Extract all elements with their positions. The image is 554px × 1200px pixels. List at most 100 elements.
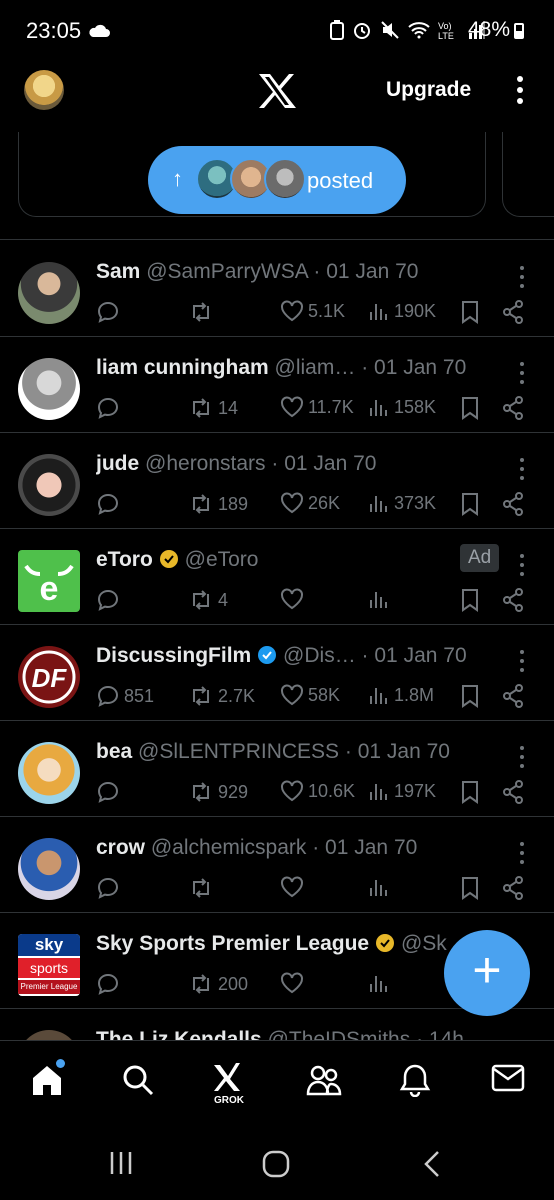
more-vert-icon[interactable] (516, 456, 528, 482)
tweet-row[interactable]: DF DiscussingFilm @Dis… · 01 Jan 70 851 … (0, 624, 554, 721)
repost-button[interactable]: 2.7K (188, 684, 255, 708)
views-button[interactable] (368, 588, 394, 610)
author-name[interactable]: crow (96, 836, 145, 859)
repost-button[interactable]: 14 (188, 396, 238, 420)
views-button[interactable]: 197K (368, 780, 436, 802)
author-name[interactable]: Sky Sports Premier League (96, 932, 369, 955)
author-name[interactable]: Sam (96, 260, 140, 283)
more-vert-icon[interactable] (516, 264, 528, 290)
bookmark-icon[interactable] (460, 876, 480, 900)
avatar[interactable] (18, 742, 80, 804)
home-circle-icon[interactable] (262, 1150, 290, 1178)
author-handle[interactable]: @Sk (401, 932, 447, 955)
author-handle[interactable]: @eToro (185, 548, 259, 571)
avatar[interactable] (18, 358, 80, 420)
views-button[interactable]: 1.8M (368, 684, 434, 706)
reply-button[interactable] (96, 492, 124, 516)
views-button[interactable] (368, 876, 394, 898)
avatar[interactable] (18, 1030, 80, 1040)
repost-button[interactable] (188, 876, 218, 900)
communities-icon[interactable] (306, 1063, 342, 1097)
like-button[interactable] (280, 876, 308, 898)
bookmark-icon[interactable] (460, 588, 480, 612)
author-handle[interactable]: @heronstars (145, 452, 266, 475)
more-vert-icon[interactable] (516, 744, 528, 770)
author-name[interactable]: The Liz Kendalls (96, 1028, 262, 1040)
avatar[interactable] (18, 838, 80, 900)
bell-icon[interactable] (399, 1063, 431, 1097)
recents-icon[interactable] (108, 1150, 134, 1176)
like-button[interactable]: 10.6K (280, 780, 355, 802)
reply-button[interactable] (96, 972, 124, 996)
share-icon[interactable] (502, 396, 524, 420)
share-icon[interactable] (502, 588, 524, 612)
upgrade-button[interactable]: Upgrade (386, 78, 471, 102)
like-button[interactable]: 11.7K (280, 396, 354, 418)
new-posts-pill[interactable]: ↑ posted (148, 146, 406, 214)
author-name[interactable]: liam cunningham (96, 356, 269, 379)
grok-icon[interactable] (212, 1061, 242, 1093)
views-button[interactable]: 373K (368, 492, 436, 514)
back-icon[interactable] (422, 1150, 442, 1178)
tweet-row-ad[interactable]: e eToro @eToro Ad 4 (0, 528, 554, 625)
tweet-row[interactable]: Sam @SamParryWSA · 01 Jan 70 5.1K 190K (0, 240, 554, 337)
repost-button[interactable]: 189 (188, 492, 248, 516)
more-vert-icon[interactable] (508, 74, 532, 106)
reply-button[interactable] (96, 876, 124, 900)
repost-button[interactable] (188, 300, 218, 324)
reply-button[interactable] (96, 780, 124, 804)
more-vert-icon[interactable] (516, 840, 528, 866)
author-handle[interactable]: @alchemicspark (151, 836, 307, 859)
author-handle[interactable]: @SlLENTPRINCESS (138, 740, 339, 763)
author-handle[interactable]: @Dis… (283, 644, 356, 667)
search-icon[interactable] (121, 1063, 155, 1097)
author-handle[interactable]: @SamParryWSA (146, 260, 307, 283)
profile-avatar[interactable] (24, 70, 64, 110)
like-button[interactable] (280, 972, 308, 994)
author-name[interactable]: jude (96, 452, 139, 475)
reply-button[interactable] (96, 396, 124, 420)
like-button[interactable]: 5.1K (280, 300, 345, 322)
author-handle[interactable]: @liam… (275, 356, 356, 379)
author-name[interactable]: DiscussingFilm (96, 644, 251, 667)
more-vert-icon[interactable] (516, 648, 528, 674)
like-button[interactable]: 26K (280, 492, 340, 514)
etoro-logo[interactable]: e (18, 550, 80, 612)
reply-button[interactable]: 851 (96, 684, 154, 708)
author-name[interactable]: eToro (96, 548, 153, 571)
bookmark-icon[interactable] (460, 684, 480, 708)
views-button[interactable]: 190K (368, 300, 436, 322)
tweet-row[interactable]: crow @alchemicspark · 01 Jan 70 (0, 816, 554, 913)
tweet-row[interactable]: liam cunningham @liam… · 01 Jan 70 14 11… (0, 336, 554, 433)
bookmark-icon[interactable] (460, 300, 480, 324)
share-icon[interactable] (502, 684, 524, 708)
avatar[interactable] (18, 454, 80, 516)
reply-button[interactable] (96, 588, 124, 612)
author-handle[interactable]: @TheIDSmiths (268, 1028, 411, 1040)
like-button[interactable] (280, 588, 308, 610)
views-button[interactable]: 158K (368, 396, 436, 418)
mail-icon[interactable] (491, 1063, 525, 1093)
more-vert-icon[interactable] (516, 360, 528, 386)
repost-button[interactable]: 200 (188, 972, 248, 996)
share-icon[interactable] (502, 876, 524, 900)
compose-button[interactable]: + (444, 930, 530, 1016)
author-name[interactable]: bea (96, 740, 132, 763)
bookmark-icon[interactable] (460, 780, 480, 804)
avatar[interactable] (18, 262, 80, 324)
share-icon[interactable] (502, 300, 524, 324)
repost-button[interactable]: 4 (188, 588, 228, 612)
bookmark-icon[interactable] (460, 396, 480, 420)
share-icon[interactable] (502, 492, 524, 516)
share-icon[interactable] (502, 780, 524, 804)
avatar[interactable]: DF (18, 646, 80, 708)
reply-button[interactable] (96, 300, 124, 324)
home-icon[interactable] (30, 1063, 64, 1097)
more-vert-icon[interactable] (516, 552, 528, 578)
tweet-row[interactable]: bea @SlLENTPRINCESS · 01 Jan 70 929 10.6… (0, 720, 554, 817)
tweet-row[interactable]: jude @heronstars · 01 Jan 70 189 26K 373… (0, 432, 554, 529)
sky-sports-logo[interactable]: sky sports Premier League (18, 934, 80, 996)
views-button[interactable] (368, 972, 394, 994)
bookmark-icon[interactable] (460, 492, 480, 516)
repost-button[interactable]: 929 (188, 780, 248, 804)
